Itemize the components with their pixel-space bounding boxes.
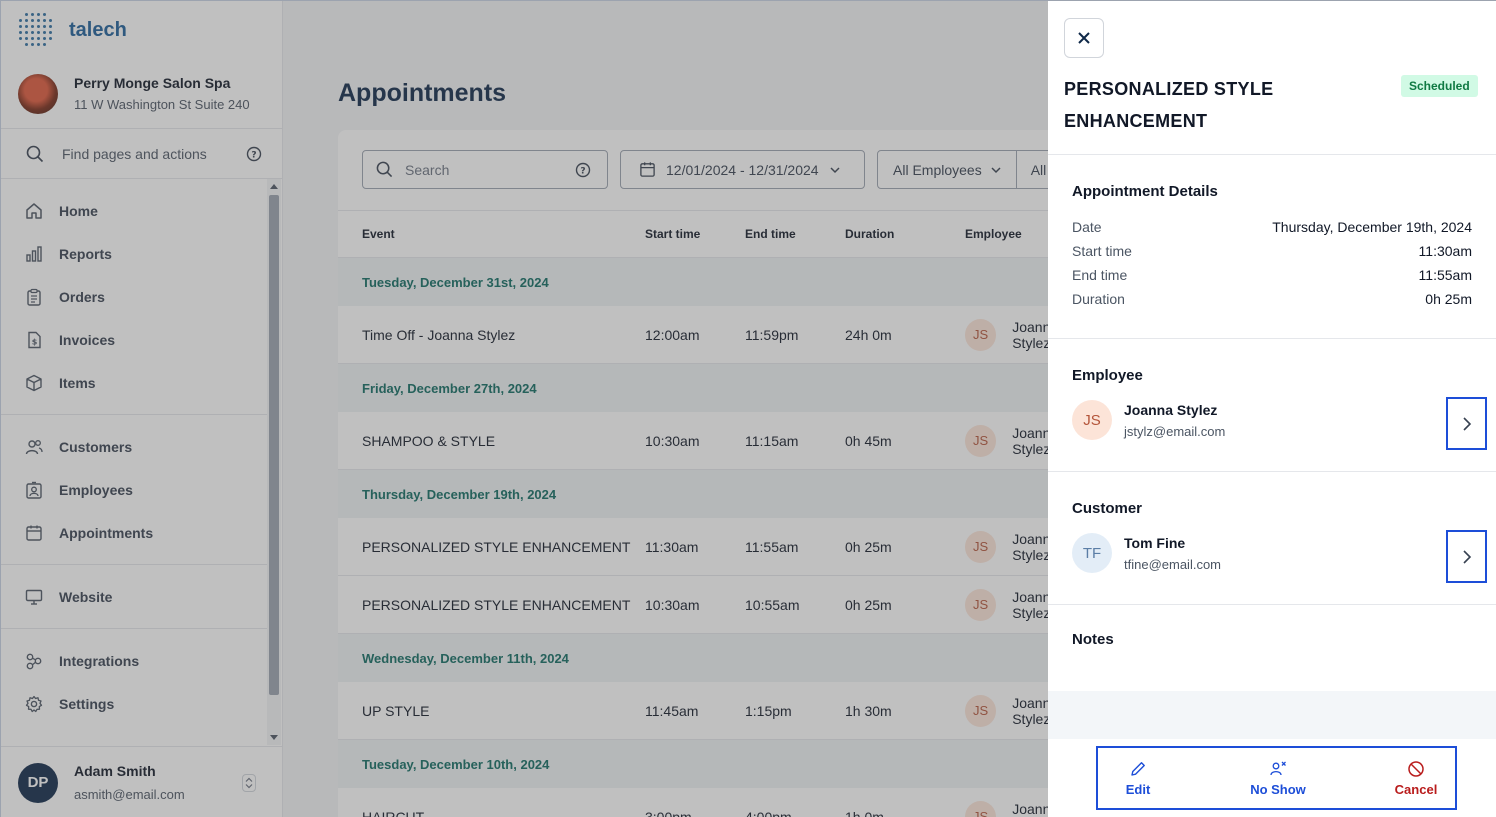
detail-row-end-time: End time 11:55am <box>1072 263 1472 287</box>
detail-label: Duration <box>1072 291 1125 307</box>
appointment-details-title: Appointment Details <box>1072 183 1218 200</box>
detail-label: Start time <box>1072 243 1132 259</box>
modal-backdrop[interactable] <box>1 1 1048 817</box>
employee-avatar: JS <box>1072 400 1112 440</box>
notes-title: Notes <box>1072 631 1114 648</box>
detail-row-start-time: Start time 11:30am <box>1072 239 1472 263</box>
detail-value: 11:55am <box>1418 267 1472 283</box>
appointment-drawer: PERSONALIZED STYLE ENHANCEMENT Scheduled… <box>1048 1 1496 817</box>
customer-section: Customer TF Tom Fine tfine@email.com <box>1048 471 1496 604</box>
appointment-details-section: Appointment Details Date Thursday, Decemb… <box>1048 154 1496 338</box>
drawer-footer-spacer <box>1048 691 1496 739</box>
drawer-title: PERSONALIZED STYLE ENHANCEMENT <box>1064 79 1274 131</box>
chevron-right-icon <box>1462 416 1471 431</box>
pencil-icon <box>1131 762 1145 776</box>
edit-label: Edit <box>1125 782 1151 797</box>
close-button[interactable] <box>1064 18 1104 58</box>
detail-row-date: Date Thursday, December 19th, 2024 <box>1072 215 1472 239</box>
no-show-button[interactable]: No Show <box>1233 760 1323 797</box>
action-bar: Edit No Show Cancel <box>1096 746 1457 810</box>
detail-row-duration: Duration 0h 25m <box>1072 287 1472 311</box>
employee-section: Employee JS Joanna Stylez jstylz@email.c… <box>1048 338 1496 471</box>
close-icon <box>1078 32 1090 44</box>
customer-name: Tom Fine <box>1124 534 1186 551</box>
status-badge: Scheduled <box>1401 75 1478 97</box>
detail-value: 11:30am <box>1418 243 1472 259</box>
notes-section: Notes <box>1048 604 1496 691</box>
customer-avatar: TF <box>1072 533 1112 573</box>
edit-button[interactable]: Edit <box>1098 760 1178 797</box>
detail-value: 0h 25m <box>1425 291 1472 307</box>
employee-card: JS Joanna Stylez jstylz@email.com <box>1072 400 1472 440</box>
chevron-right-icon <box>1462 549 1471 564</box>
cancel-label: Cancel <box>1394 782 1438 797</box>
detail-label: End time <box>1072 267 1128 283</box>
view-employee-button[interactable] <box>1446 397 1487 450</box>
employee-section-title: Employee <box>1072 367 1143 384</box>
cancel-button[interactable]: Cancel <box>1376 760 1456 797</box>
customer-section-title: Customer <box>1072 500 1143 517</box>
detail-label: Date <box>1072 219 1102 235</box>
no-show-label: No Show <box>1250 782 1306 797</box>
detail-value: Thursday, December 19th, 2024 <box>1272 219 1472 235</box>
user-x-icon <box>1270 761 1286 776</box>
employee-name: Joanna Stylez <box>1124 401 1218 418</box>
customer-email: tfine@email.com <box>1124 556 1222 572</box>
customer-card: TF Tom Fine tfine@email.com <box>1072 533 1472 573</box>
cancel-icon <box>1408 761 1424 777</box>
employee-email: jstylz@email.com <box>1124 423 1226 439</box>
view-customer-button[interactable] <box>1446 530 1487 583</box>
